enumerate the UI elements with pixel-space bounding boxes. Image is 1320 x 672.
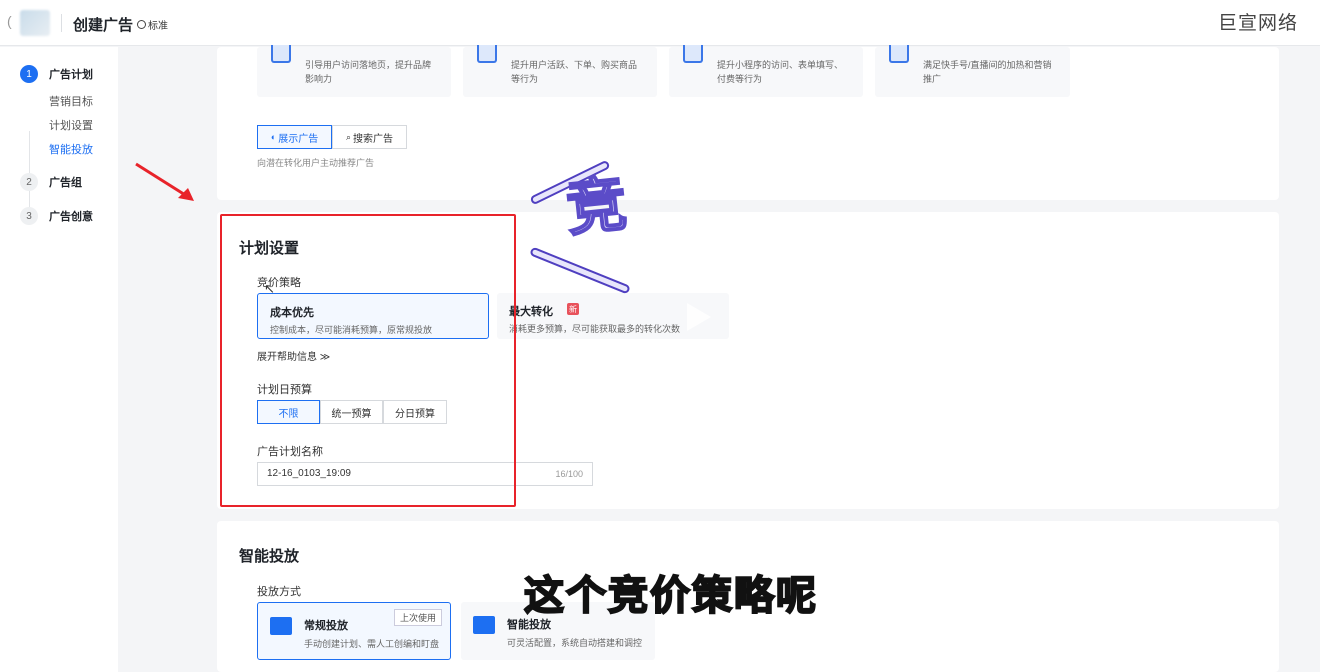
step-number: 3 — [20, 207, 38, 225]
kuaishou-icon — [889, 45, 909, 63]
target-card-miniprogram[interactable]: 提升小程序的访问、表单填写、付费等行为 — [669, 45, 863, 97]
display-ad-icon: ◐ — [270, 132, 277, 142]
video-caption: 这个竞价策略呢 — [523, 573, 818, 619]
top-bar: ( 创建广告 标准 — [0, 0, 1320, 46]
substep-smart-delivery[interactable]: 智能投放 — [49, 141, 93, 157]
target-desc: 引导用户访问落地页，提升品牌影响力 — [305, 60, 432, 84]
target-card-kuaishou[interactable]: 满足快手号/直播间的加热和营销推广 — [875, 45, 1070, 97]
mode-title: 常规投放 — [304, 620, 348, 632]
step-label: 广告创意 — [49, 211, 93, 223]
page-title: 创建广告 — [73, 17, 134, 34]
substep-marketing-goal[interactable]: 营销目标 — [49, 93, 93, 109]
plus-icon — [477, 45, 497, 63]
ad-type-label: 搜索广告 — [353, 133, 394, 145]
mode-desc: 可灵活配置，系统自动搭建和调控 — [507, 638, 643, 648]
video-watermark: 巨宣网络 — [1218, 13, 1299, 34]
last-used-tag: 上次使用 — [393, 609, 442, 626]
sticker-text: 竞 — [562, 169, 631, 244]
strategy-max-conversion[interactable]: 最大转化 新 消耗更多预算，尽可能获取最多的转化次数 — [497, 293, 729, 339]
strategy-desc: 消耗更多预算，尽可能获取最多的转化次数 — [509, 324, 681, 334]
mouse-cursor-icon: ↖ — [264, 281, 275, 296]
highlight-box — [220, 214, 516, 507]
back-paren[interactable]: ( — [7, 13, 12, 29]
smart-delivery-icon — [473, 616, 495, 634]
smart-delivery-title: 智能投放 — [239, 548, 300, 565]
plan-name-counter: 16/100 — [555, 469, 583, 479]
miniprogram-icon — [683, 45, 703, 63]
mode-badge[interactable]: 标准 — [137, 17, 168, 32]
standard-icon — [137, 20, 146, 29]
target-desc: 提升小程序的访问、表单填写、付费等行为 — [717, 60, 844, 84]
ad-type-display[interactable]: ◐ 展示广告 — [257, 125, 332, 149]
step-ad-creative[interactable]: 3 广告创意 — [20, 207, 93, 225]
arrow-annotation — [135, 162, 194, 201]
landing-icon — [271, 45, 291, 63]
mode-regular[interactable]: 常规投放 上次使用 手动创建计划、需人工创编和盯盘 — [257, 602, 451, 660]
target-desc: 满足快手号/直播间的加热和营销推广 — [923, 60, 1052, 84]
app-logo — [20, 10, 50, 36]
ad-type-hint: 向潜在转化用户主动推荐广告 — [257, 158, 375, 168]
mode-desc: 手动创建计划、需人工创编和盯盘 — [304, 639, 440, 649]
step-ad-plan[interactable]: 1 广告计划 — [20, 65, 93, 83]
target-desc: 提升用户活跃、下单、购买商品等行为 — [511, 60, 638, 84]
mode-badge-label: 标准 — [148, 21, 168, 32]
target-card-landing[interactable]: 引导用户访问落地页，提升品牌影响力 — [257, 45, 451, 97]
new-badge: 新 — [567, 303, 579, 315]
delivery-mode-label: 投放方式 — [257, 586, 301, 598]
ad-type-search[interactable]: ⌕ 搜索广告 — [332, 125, 407, 149]
step-ad-group[interactable]: 2 广告组 — [20, 173, 82, 191]
search-icon: ⌕ — [345, 131, 352, 142]
step-label: 广告计划 — [49, 69, 93, 81]
regular-delivery-icon — [270, 617, 292, 635]
step-number: 1 — [20, 65, 38, 83]
play-icon — [687, 303, 711, 331]
step-label: 广告组 — [49, 177, 82, 189]
divider — [61, 14, 62, 32]
target-card-app[interactable]: 提升用户活跃、下单、购买商品等行为 — [463, 45, 657, 97]
substep-plan-settings[interactable]: 计划设置 — [49, 117, 93, 133]
ad-type-label: 展示广告 — [278, 133, 319, 145]
step-number: 2 — [20, 173, 38, 191]
